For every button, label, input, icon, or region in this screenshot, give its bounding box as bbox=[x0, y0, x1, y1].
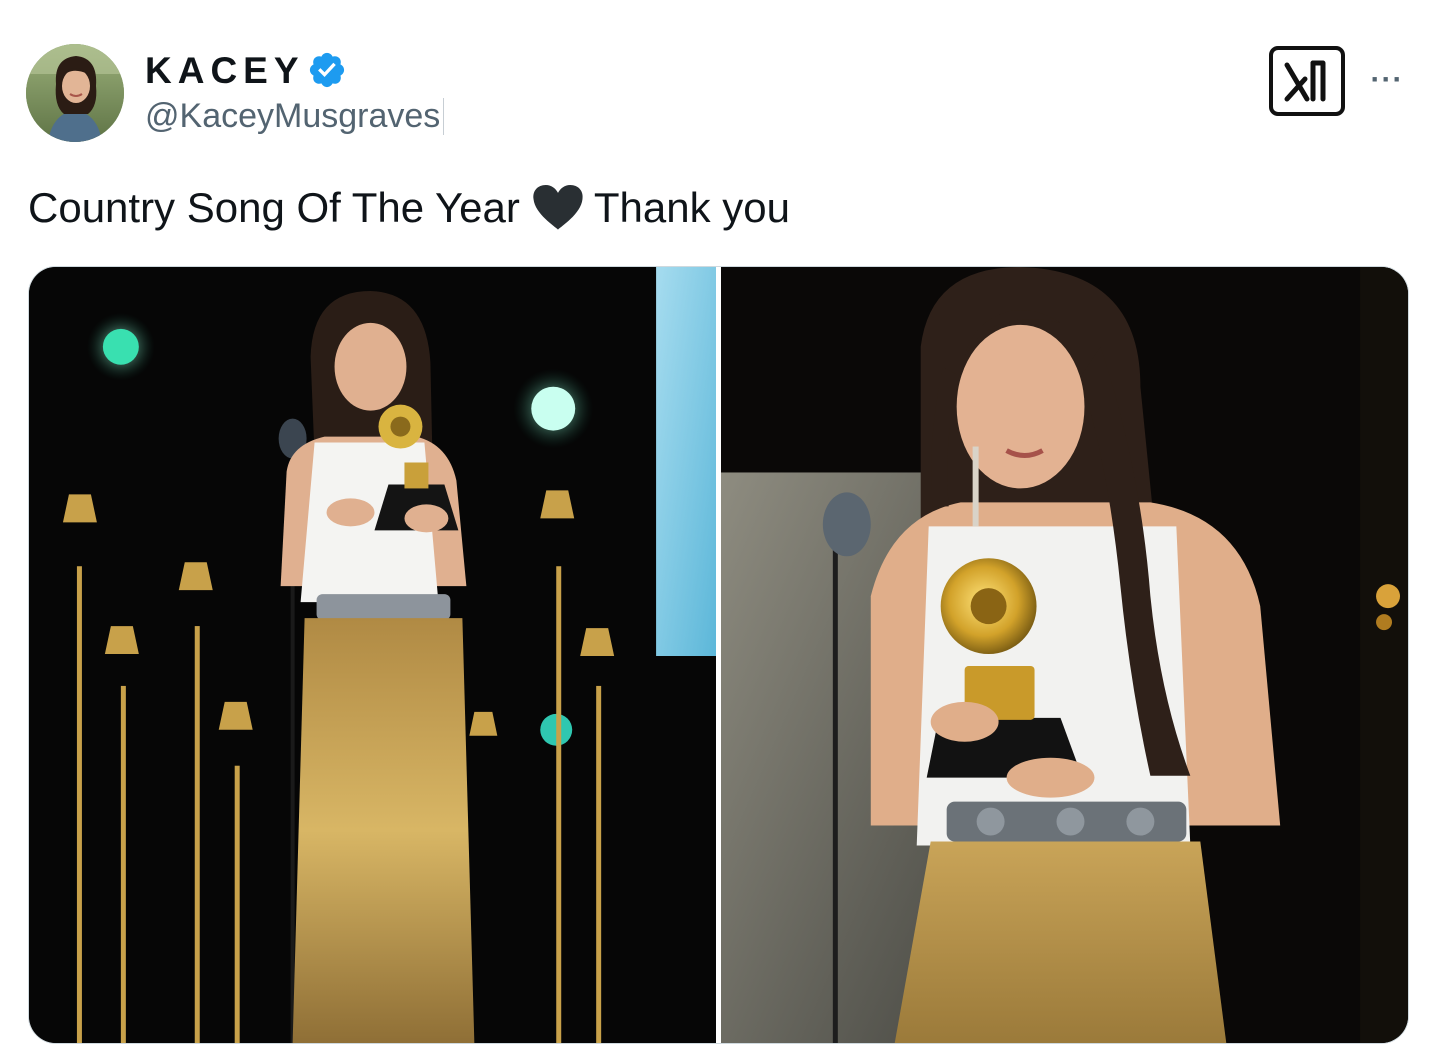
avatar-image bbox=[26, 44, 124, 142]
photo-1[interactable] bbox=[29, 267, 716, 1043]
stage-photo-image bbox=[29, 267, 716, 1043]
author-handle[interactable]: @KaceyMusgraves bbox=[145, 97, 445, 136]
more-icon[interactable]: ··· bbox=[1364, 60, 1410, 100]
tweet-text-part-2: Thank you bbox=[593, 184, 791, 231]
black-heart-icon bbox=[533, 185, 583, 230]
x-logo-icon bbox=[1284, 60, 1326, 102]
media-grid bbox=[28, 266, 1409, 1044]
tweet-text-part-1: Country Song Of The Year bbox=[28, 184, 520, 231]
avatar[interactable] bbox=[26, 44, 124, 142]
display-name[interactable]: KACEY bbox=[145, 52, 305, 89]
tweet-text: Country Song Of The Year Thank you bbox=[28, 183, 790, 233]
author-name-row[interactable]: KACEY bbox=[145, 50, 347, 90]
tweet-card: KACEY @KaceyMusgraves ··· Country Song O… bbox=[0, 0, 1440, 1058]
closeup-photo-image bbox=[721, 267, 1408, 1043]
verified-badge-icon bbox=[309, 52, 344, 88]
x-logo-button[interactable] bbox=[1269, 46, 1345, 116]
photo-2[interactable] bbox=[721, 267, 1408, 1043]
